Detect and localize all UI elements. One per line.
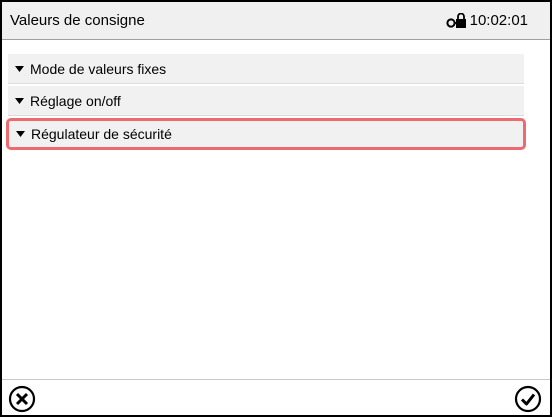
- menu-item-safety-controller[interactable]: Régulateur de sécurité: [6, 118, 526, 150]
- confirm-circle-check-icon[interactable]: [514, 385, 542, 413]
- menu-item-label: Réglage on/off: [30, 92, 121, 109]
- triangle-down-icon: [15, 65, 24, 72]
- key-lock-icon[interactable]: [446, 12, 468, 29]
- menu-list: Mode de valeurs fixes Réglage on/off Rég…: [6, 54, 526, 152]
- status-area: 10:02:01: [446, 12, 528, 29]
- menu-item-label: Régulateur de sécurité: [31, 126, 172, 142]
- menu-item-fixed-value-mode[interactable]: Mode de valeurs fixes: [8, 54, 524, 84]
- menu-item-label: Mode de valeurs fixes: [30, 60, 167, 77]
- title-bar: Valeurs de consigne 10:02:01: [2, 2, 550, 40]
- clock-time: 10:02:01: [469, 12, 528, 29]
- cancel-circle-x-icon[interactable]: [8, 385, 36, 413]
- triangle-down-icon: [15, 97, 24, 104]
- menu-item-on-off-setting[interactable]: Réglage on/off: [8, 86, 524, 116]
- footer-bar: [2, 379, 550, 415]
- triangle-down-icon: [16, 131, 25, 137]
- page-title: Valeurs de consigne: [10, 12, 145, 29]
- controller-screen: Valeurs de consigne 10:02:01 Mode de val…: [0, 0, 552, 417]
